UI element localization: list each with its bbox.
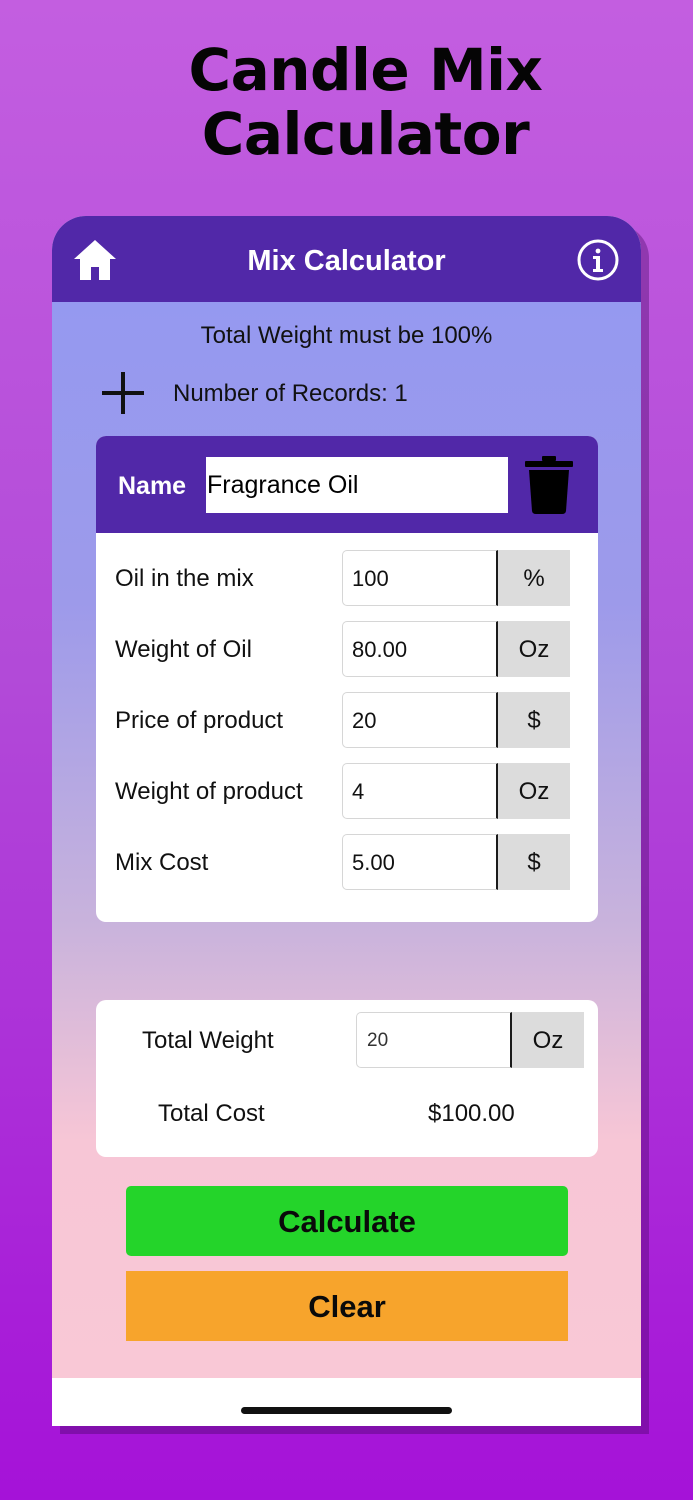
name-input[interactable]: Fragrance Oil xyxy=(206,457,508,513)
field-row-mix-cost: Mix Cost 5.00 $ xyxy=(96,834,598,890)
unit-label: $ xyxy=(498,692,570,748)
total-weight-label: Total Weight xyxy=(142,1027,274,1054)
unit-label: Oz xyxy=(498,621,570,677)
record-header: Name Fragrance Oil xyxy=(96,436,598,533)
field-label: Weight of product xyxy=(115,778,303,805)
records-count: Number of Records: 1 xyxy=(173,380,408,407)
home-icon[interactable] xyxy=(72,238,118,282)
total-weight-input[interactable]: 20 xyxy=(356,1012,512,1068)
field-row-weight-of-product: Weight of product 4 Oz xyxy=(96,763,598,819)
calculator-content: Total Weight must be 100% Number of Reco… xyxy=(52,302,641,1378)
clear-button[interactable]: Clear xyxy=(126,1271,568,1341)
unit-label: $ xyxy=(498,834,570,890)
promo-title-line1: Candle Mix xyxy=(188,36,543,104)
total-cost-value: $100.00 xyxy=(428,1100,515,1127)
unit-label: Oz xyxy=(498,763,570,819)
field-label: Mix Cost xyxy=(115,849,209,876)
oil-in-mix-input[interactable]: 100 xyxy=(342,550,498,606)
home-indicator[interactable] xyxy=(241,1407,452,1414)
name-label: Name xyxy=(118,472,187,500)
plus-icon[interactable] xyxy=(100,370,146,416)
promo-title-line2: Calculator xyxy=(201,100,530,168)
info-icon[interactable] xyxy=(576,238,620,282)
field-label: Price of product xyxy=(115,707,284,734)
navigation-bar: Mix Calculator xyxy=(52,216,641,302)
calculate-button[interactable]: Calculate xyxy=(126,1186,568,1256)
nav-title: Mix Calculator xyxy=(247,245,446,277)
price-of-product-input[interactable]: 20 xyxy=(342,692,498,748)
field-label: Weight of Oil xyxy=(115,636,252,663)
total-cost-label: Total Cost xyxy=(158,1100,265,1127)
mix-cost-input[interactable]: 5.00 xyxy=(342,834,498,890)
field-row-price-of-product: Price of product 20 $ xyxy=(96,692,598,748)
totals-card: Total Weight 20 Oz Total Cost $100.00 xyxy=(96,1000,598,1157)
weight-of-product-input[interactable]: 4 xyxy=(342,763,498,819)
field-row-weight-of-oil: Weight of Oil 80.00 Oz xyxy=(96,621,598,677)
weight-of-oil-input[interactable]: 80.00 xyxy=(342,621,498,677)
trash-icon[interactable] xyxy=(524,456,574,514)
record-card: Name Fragrance Oil Oil in the mix 100 % … xyxy=(96,436,598,922)
field-label: Oil in the mix xyxy=(115,565,254,592)
weight-notice: Total Weight must be 100% xyxy=(200,322,493,349)
field-row-oil-in-mix: Oil in the mix 100 % xyxy=(96,550,598,606)
unit-label: % xyxy=(498,550,570,606)
promo-title: Candle Mix Calculator xyxy=(0,38,693,166)
total-weight-unit: Oz xyxy=(512,1012,584,1068)
phone-screen: Mix Calculator Total Weight must be 100% xyxy=(52,216,641,1426)
